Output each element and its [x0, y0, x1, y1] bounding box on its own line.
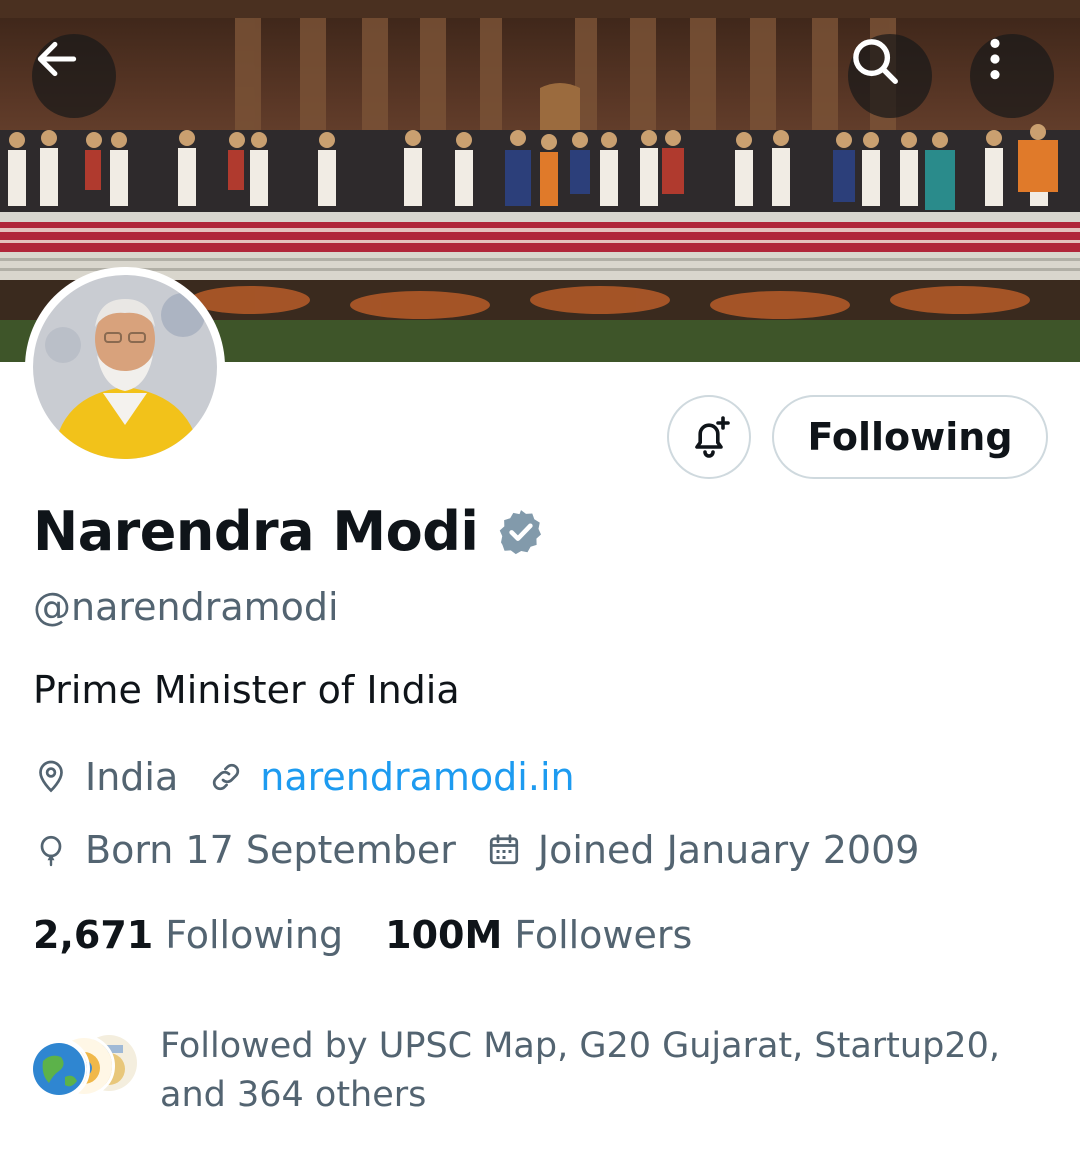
notifications-button[interactable]: [667, 395, 751, 479]
arrow-left-icon: [37, 41, 77, 77]
website-link[interactable]: narendramodi.in: [260, 755, 574, 799]
birthday-item: Born 17 September: [33, 828, 456, 872]
followers-count: 100M: [385, 913, 503, 957]
profile-page: Following Narendra Modi @narendramodi Pr…: [0, 0, 1080, 1151]
name-row: Narendra Modi: [33, 500, 546, 563]
back-button[interactable]: [32, 34, 116, 118]
following-stat[interactable]: 2,671 Following: [33, 913, 343, 957]
joined-item: Joined January 2009: [486, 828, 920, 872]
followed-by-text: Followed by UPSC Map, G20 Gujarat, Start…: [160, 1026, 1000, 1115]
meta-row-dates: Born 17 September Joined January 2009: [33, 828, 919, 872]
joined-text: Joined January 2009: [537, 828, 920, 872]
search-button[interactable]: [848, 34, 932, 118]
link-icon: [213, 763, 240, 791]
search-icon: [853, 39, 898, 84]
user-handle: @narendramodi: [33, 585, 339, 629]
meta-row-location: India narendramodi.in: [33, 755, 575, 799]
profile-avatar[interactable]: [25, 267, 225, 467]
bell-plus-icon: [695, 416, 730, 458]
calendar-icon: [489, 834, 519, 865]
website-item[interactable]: narendramodi.in: [208, 755, 575, 799]
location-item: India: [33, 755, 178, 799]
following-stat-label: Following: [165, 913, 344, 957]
display-name: Narendra Modi: [33, 500, 479, 563]
following-button[interactable]: Following: [772, 395, 1048, 479]
followers-stat[interactable]: 100M Followers: [385, 913, 692, 957]
user-bio: Prime Minister of India: [33, 668, 460, 712]
follow-stats: 2,671 Following 100M Followers: [33, 913, 692, 957]
follower-avatar-upsc-map: [28, 1038, 90, 1100]
verified-badge-icon[interactable]: [496, 507, 546, 557]
balloon-icon: [40, 835, 62, 867]
followed-by-section[interactable]: Followed by UPSC Map, G20 Gujarat, Start…: [28, 1022, 1020, 1120]
birthday-text: Born 17 September: [85, 828, 456, 872]
location-pin-icon: [39, 760, 63, 793]
avatar-image: [33, 275, 217, 459]
followed-by-avatars: [28, 1032, 148, 1102]
followers-stat-label: Followers: [514, 913, 693, 957]
more-options-button[interactable]: [970, 34, 1054, 118]
more-vertical-icon: [990, 38, 1000, 80]
following-count: 2,671: [33, 913, 154, 957]
location-text: India: [85, 755, 179, 799]
